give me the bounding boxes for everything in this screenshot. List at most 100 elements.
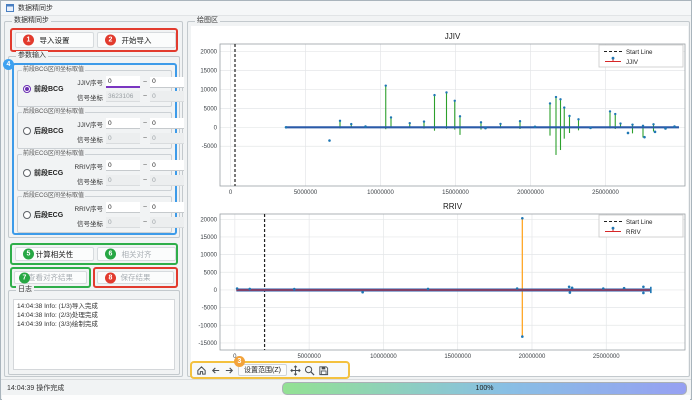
y-tick-label: -10000 xyxy=(198,323,217,329)
param-input-to[interactable] xyxy=(150,118,184,129)
data-point xyxy=(571,287,574,290)
data-point xyxy=(285,126,288,129)
radio-button[interactable] xyxy=(23,127,31,135)
radio-button[interactable] xyxy=(23,211,31,219)
radio-button[interactable] xyxy=(23,169,31,177)
x-tick-label: 10000000 xyxy=(367,190,394,196)
log-line: 14:04:38 Info: (1/3)导入完成 xyxy=(17,302,171,311)
params-group-title: 参数输入 xyxy=(16,51,48,61)
param-label: JJIV序号 xyxy=(70,77,103,87)
data-point xyxy=(484,127,487,130)
x-tick-label: 5000000 xyxy=(297,354,321,360)
import-settings-button[interactable]: 1 导入设置 xyxy=(15,32,94,48)
save-icon[interactable] xyxy=(318,365,329,376)
status-bar: 14:04:39 操作完成 100% xyxy=(1,379,691,395)
step-badge-5: 5 xyxy=(23,249,34,260)
range-tilde: ~ xyxy=(143,177,147,184)
home-icon[interactable] xyxy=(196,365,207,376)
step-badge-2: 2 xyxy=(105,35,116,46)
radio-button[interactable] xyxy=(23,85,31,93)
param-input-to[interactable] xyxy=(150,160,184,171)
param-input-from xyxy=(106,217,140,228)
jjiv-chart[interactable]: 0500000010000000150000002000000025000000… xyxy=(191,26,688,198)
range-tilde: ~ xyxy=(143,219,147,226)
step-badge-8: 8 xyxy=(105,272,116,283)
chart-title: JJIV xyxy=(445,32,461,41)
step-badge-4: 4 xyxy=(3,59,14,70)
param-input-from[interactable] xyxy=(106,118,140,129)
legend-label-start-line: Start Line xyxy=(626,49,653,56)
x-tick-label: 25000000 xyxy=(593,354,620,360)
zoom-icon[interactable] xyxy=(304,365,315,376)
radio-label: 后段BCG xyxy=(34,126,64,136)
param-label: 信号坐标 xyxy=(70,218,103,228)
chart-title: RRIV xyxy=(443,202,463,211)
log-line: 14:04:39 Info: (3/3)绘制完成 xyxy=(17,320,171,329)
param-row: RRIV序号~ xyxy=(70,202,184,213)
data-point xyxy=(654,131,657,134)
radio-前段ECG[interactable]: 前段ECG xyxy=(23,168,63,178)
data-point xyxy=(664,127,667,130)
x-tick-label: 15000000 xyxy=(442,190,469,196)
param-input-to xyxy=(150,217,184,228)
param-section-title: 前段BCG区间坐标取值 xyxy=(22,66,85,74)
chart-toolbar: 3 设置范围(Z) xyxy=(190,361,350,379)
radio-后段BCG[interactable]: 后段BCG xyxy=(23,126,64,136)
param-input-to[interactable] xyxy=(150,202,184,213)
x-tick-label: 20000000 xyxy=(519,354,546,360)
data-point xyxy=(236,287,239,290)
radio-前段BCG[interactable]: 前段BCG xyxy=(23,84,64,94)
save-result-button[interactable]: 8 保存结果 xyxy=(97,271,174,284)
set-range-button[interactable]: 设置范围(Z) xyxy=(238,364,287,376)
rriv-chart[interactable]: 0500000010000000150000002000000025000000… xyxy=(191,198,688,364)
rriv-chart-container[interactable]: 0500000010000000150000002000000025000000… xyxy=(191,198,688,366)
y-tick-label: 10000 xyxy=(200,253,217,259)
params-highlight-box: 前段BCG区间坐标取值前段BCGJJIV序号~信号坐标~后段BCG区间坐标取值后… xyxy=(12,63,177,235)
range-tilde: ~ xyxy=(143,93,147,100)
param-input-from[interactable] xyxy=(106,160,140,171)
forward-icon[interactable] xyxy=(224,365,235,376)
status-message: 14:04:39 操作完成 xyxy=(7,383,64,393)
param-input-from[interactable] xyxy=(106,202,140,213)
range-tilde: ~ xyxy=(143,120,147,127)
correlation-align-button[interactable]: 6 相关对齐 xyxy=(97,247,176,261)
data-point xyxy=(427,288,430,291)
param-section-title: 后段BCG区间坐标取值 xyxy=(22,108,85,116)
data-point xyxy=(602,287,605,290)
pan-icon[interactable] xyxy=(290,365,301,376)
data-point xyxy=(248,288,251,291)
param-label: JJIV序号 xyxy=(70,119,103,129)
compute-correlation-button[interactable]: 5 计算相关性 xyxy=(15,247,94,261)
legend-label-start-line: Start Line xyxy=(626,219,653,226)
step-badge-3: 3 xyxy=(234,356,245,367)
radio-label: 前段BCG xyxy=(34,84,64,94)
plot-figure[interactable]: 0500000010000000150000002000000025000000… xyxy=(191,26,688,376)
step-badge-1: 1 xyxy=(23,35,34,46)
y-tick-label: -5000 xyxy=(202,144,218,150)
app-icon xyxy=(6,4,14,12)
y-tick-label: 10000 xyxy=(200,87,217,93)
data-point xyxy=(568,285,571,288)
view-align-result-button[interactable]: 7 查看对齐结果 xyxy=(14,271,87,284)
param-input-to xyxy=(150,91,184,102)
start-import-button[interactable]: 2 开始导入 xyxy=(97,32,176,48)
data-point xyxy=(521,217,524,220)
data-point xyxy=(328,139,331,142)
plot-panel-title: 绘图区 xyxy=(195,16,220,26)
jjiv-chart-container[interactable]: 0500000010000000150000002000000025000000… xyxy=(191,26,688,200)
data-point xyxy=(673,125,676,128)
legend-label-series: JJIV xyxy=(626,59,639,66)
y-tick-label: 5000 xyxy=(204,270,218,276)
radio-后段ECG[interactable]: 后段ECG xyxy=(23,210,63,220)
param-section-title: 前段ECG区间坐标取值 xyxy=(22,150,85,158)
app-window: 数据精同步 数据精同步 1 导入设置 2 开始导入 参数输入 前段BCG区间坐标… xyxy=(0,0,692,400)
param-input-from[interactable] xyxy=(106,76,140,88)
back-icon[interactable] xyxy=(210,365,221,376)
param-label: 信号坐标 xyxy=(70,134,103,144)
param-input-to[interactable] xyxy=(150,77,184,88)
param-row: RRIV序号~ xyxy=(70,160,184,171)
log-line: 14:04:38 Info: (2/3)处理完成 xyxy=(17,311,171,320)
data-point xyxy=(643,136,646,139)
x-tick-label: 10000000 xyxy=(370,354,397,360)
param-row: JJIV序号 ~ xyxy=(70,118,184,129)
